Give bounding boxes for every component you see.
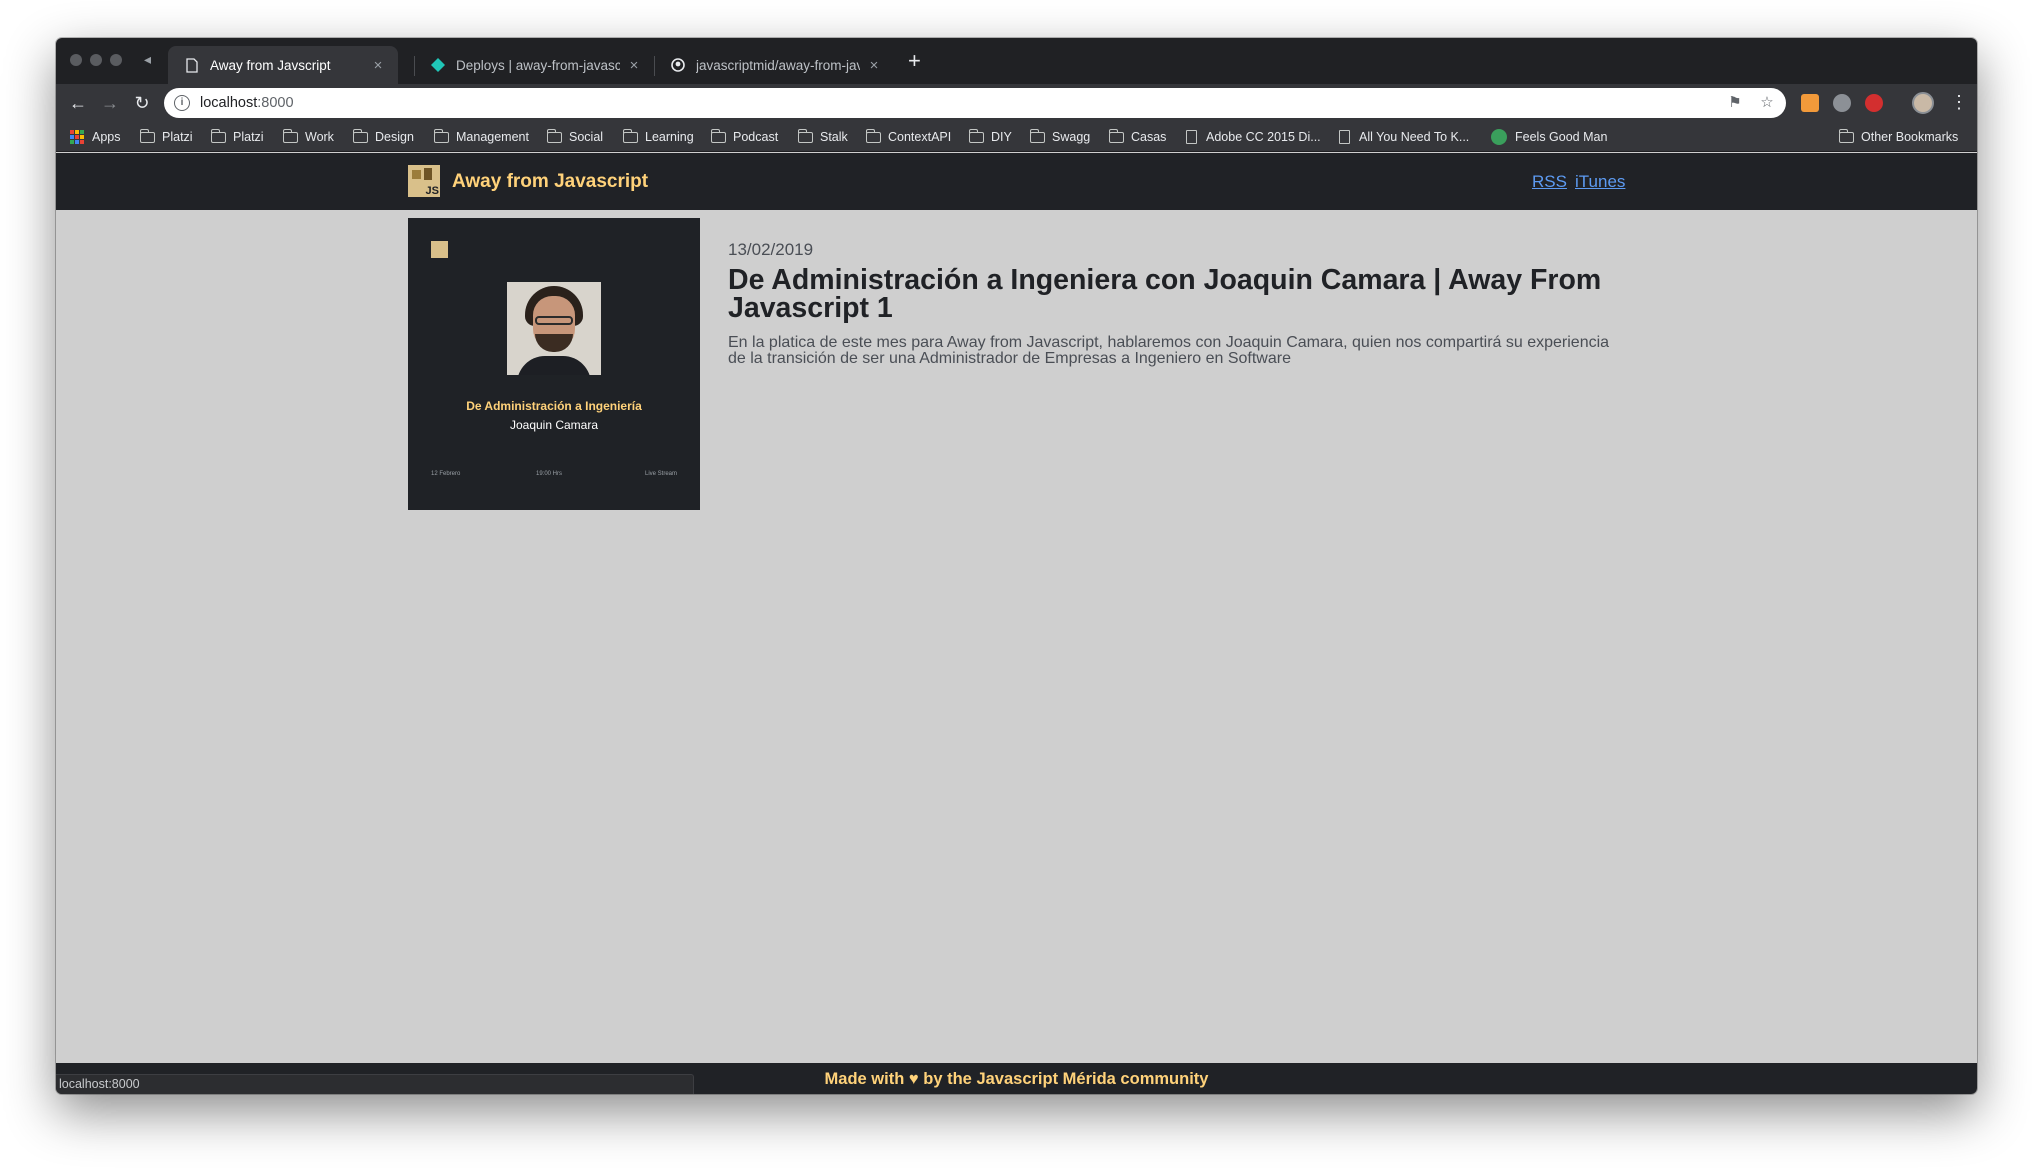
bookmark-folder[interactable]: ContextAPI <box>865 128 951 145</box>
folder-icon <box>1838 128 1854 143</box>
folder-icon <box>865 128 881 143</box>
folder-icon <box>546 128 562 143</box>
site-logo[interactable] <box>408 165 440 197</box>
window-zoom-dot[interactable] <box>110 54 122 66</box>
folder-icon <box>710 128 726 143</box>
bookmark-folder[interactable]: Work <box>282 128 334 145</box>
tab-github-repo[interactable]: javascriptmid/away-from-javascript × <box>654 46 894 84</box>
page-icon <box>184 57 200 73</box>
window-close-dot[interactable] <box>70 54 82 66</box>
folder-icon <box>622 128 638 143</box>
shield-extension-icon[interactable] <box>1865 94 1883 112</box>
tab-close-icon[interactable]: × <box>626 57 642 74</box>
translate-icon[interactable]: ⚑ <box>1726 94 1744 112</box>
folder-icon <box>433 128 449 143</box>
site-info-icon[interactable]: i <box>174 95 190 111</box>
cover-logo <box>431 241 448 258</box>
episode-title[interactable]: De Administración a Ingeniera con Joaqui… <box>728 266 1628 323</box>
cover-time: 19:00 Hrs <box>536 471 563 477</box>
folder-icon <box>282 128 298 143</box>
bookmark-other[interactable]: Other Bookmarks <box>1838 128 1958 145</box>
extension-icon[interactable] <box>1801 94 1819 112</box>
pepe-icon <box>1491 129 1507 145</box>
bookmark-apps[interactable]: Apps <box>70 129 121 145</box>
cover-mode: Live Stream <box>644 471 677 477</box>
address-bar[interactable]: i localhost:8000 ⚑ ☆ <box>164 88 1786 118</box>
bookmark-folder[interactable]: Social <box>546 128 603 145</box>
folder-icon <box>797 128 813 143</box>
bookmark-page[interactable]: All You Need To K... <box>1339 129 1469 145</box>
bookmark-folder[interactable]: Swagg <box>1029 128 1090 145</box>
episode-date: 13/02/2019 <box>728 240 814 259</box>
itunes-link[interactable]: iTunes <box>1575 172 1625 192</box>
tab-close-icon[interactable]: × <box>866 57 882 74</box>
bookmark-feels-good-man[interactable]: Feels Good Man <box>1491 129 1607 145</box>
folder-icon <box>210 128 226 143</box>
apps-grid-icon <box>70 130 84 144</box>
tab-deploys[interactable]: Deploys | away-from-javascript × <box>414 46 654 84</box>
bookmarks-bar: Apps Platzi Platzi Work Design Managemen… <box>56 122 1977 152</box>
forward-arrow-icon[interactable]: → <box>98 91 122 115</box>
bookmark-folder[interactable]: DIY <box>968 128 1012 145</box>
tab-title: javascriptmid/away-from-javascript <box>696 57 860 73</box>
profile-avatar[interactable] <box>1912 92 1934 114</box>
folder-icon <box>1029 128 1045 143</box>
netlify-icon <box>430 57 446 73</box>
bookmark-folder[interactable]: Platzi <box>210 128 264 145</box>
tab-title: Deploys | away-from-javascript <box>456 57 620 73</box>
episode-description: En la platica de este mes para Away from… <box>728 334 1610 367</box>
page-icon <box>1339 130 1350 144</box>
episode-cover-image[interactable]: De Administración a Ingeniería Joaquin C… <box>408 218 700 510</box>
rss-link[interactable]: RSS <box>1532 172 1567 192</box>
guest-photo <box>507 282 601 375</box>
bookmark-folder[interactable]: Management <box>433 128 529 145</box>
cover-date: 12 Febrero <box>431 471 461 477</box>
bookmark-folder[interactable]: Design <box>352 128 414 145</box>
tab-strip: ◂ Away from Javscript × Deploys | away-f… <box>56 38 1977 84</box>
folder-icon <box>352 128 368 143</box>
camera-extension-icon[interactable] <box>1833 94 1851 112</box>
page-icon <box>1186 130 1197 144</box>
github-icon <box>670 57 686 73</box>
new-tab-button[interactable]: + <box>908 50 921 72</box>
browser-toolbar: ← → ↻ i localhost:8000 ⚑ ☆ ⋮ <box>56 84 1977 122</box>
folder-icon <box>139 128 155 143</box>
status-url-bubble: localhost:8000 <box>56 1074 694 1094</box>
folder-icon <box>968 128 984 143</box>
cover-guest-name: Joaquin Camara <box>509 418 599 432</box>
tab-audio-icon[interactable]: ◂ <box>144 51 162 71</box>
tab-title: Away from Javscript <box>210 57 331 73</box>
bookmark-folder[interactable]: Learning <box>622 128 694 145</box>
bookmark-folder[interactable]: Podcast <box>710 128 778 145</box>
browser-menu-icon[interactable]: ⋮ <box>1950 90 1968 114</box>
bookmark-page[interactable]: Adobe CC 2015 Di... <box>1186 129 1321 145</box>
back-arrow-icon[interactable]: ← <box>66 91 90 115</box>
site-header: Away from Javascript RSS iTunes <box>56 153 1977 210</box>
cover-headline: De Administración a Ingeniería <box>466 399 642 413</box>
bookmark-folder[interactable]: Platzi <box>139 128 193 145</box>
bookmark-star-icon[interactable]: ☆ <box>1758 94 1776 112</box>
bookmark-folder[interactable]: Stalk <box>797 128 848 145</box>
bookmark-folder[interactable]: Casas <box>1108 128 1166 145</box>
tab-close-icon[interactable]: × <box>370 57 386 74</box>
site-title[interactable]: Away from Javascript <box>452 171 648 193</box>
tab-away-from-javascript[interactable]: Away from Javscript × <box>168 46 398 84</box>
browser-window: ◂ Away from Javscript × Deploys | away-f… <box>56 38 1977 1094</box>
address-url[interactable]: localhost:8000 <box>200 95 294 111</box>
heart-icon: ♥ <box>908 1070 919 1088</box>
window-minimize-dot[interactable] <box>90 54 102 66</box>
folder-icon <box>1108 128 1124 143</box>
reload-icon[interactable]: ↻ <box>130 91 154 115</box>
